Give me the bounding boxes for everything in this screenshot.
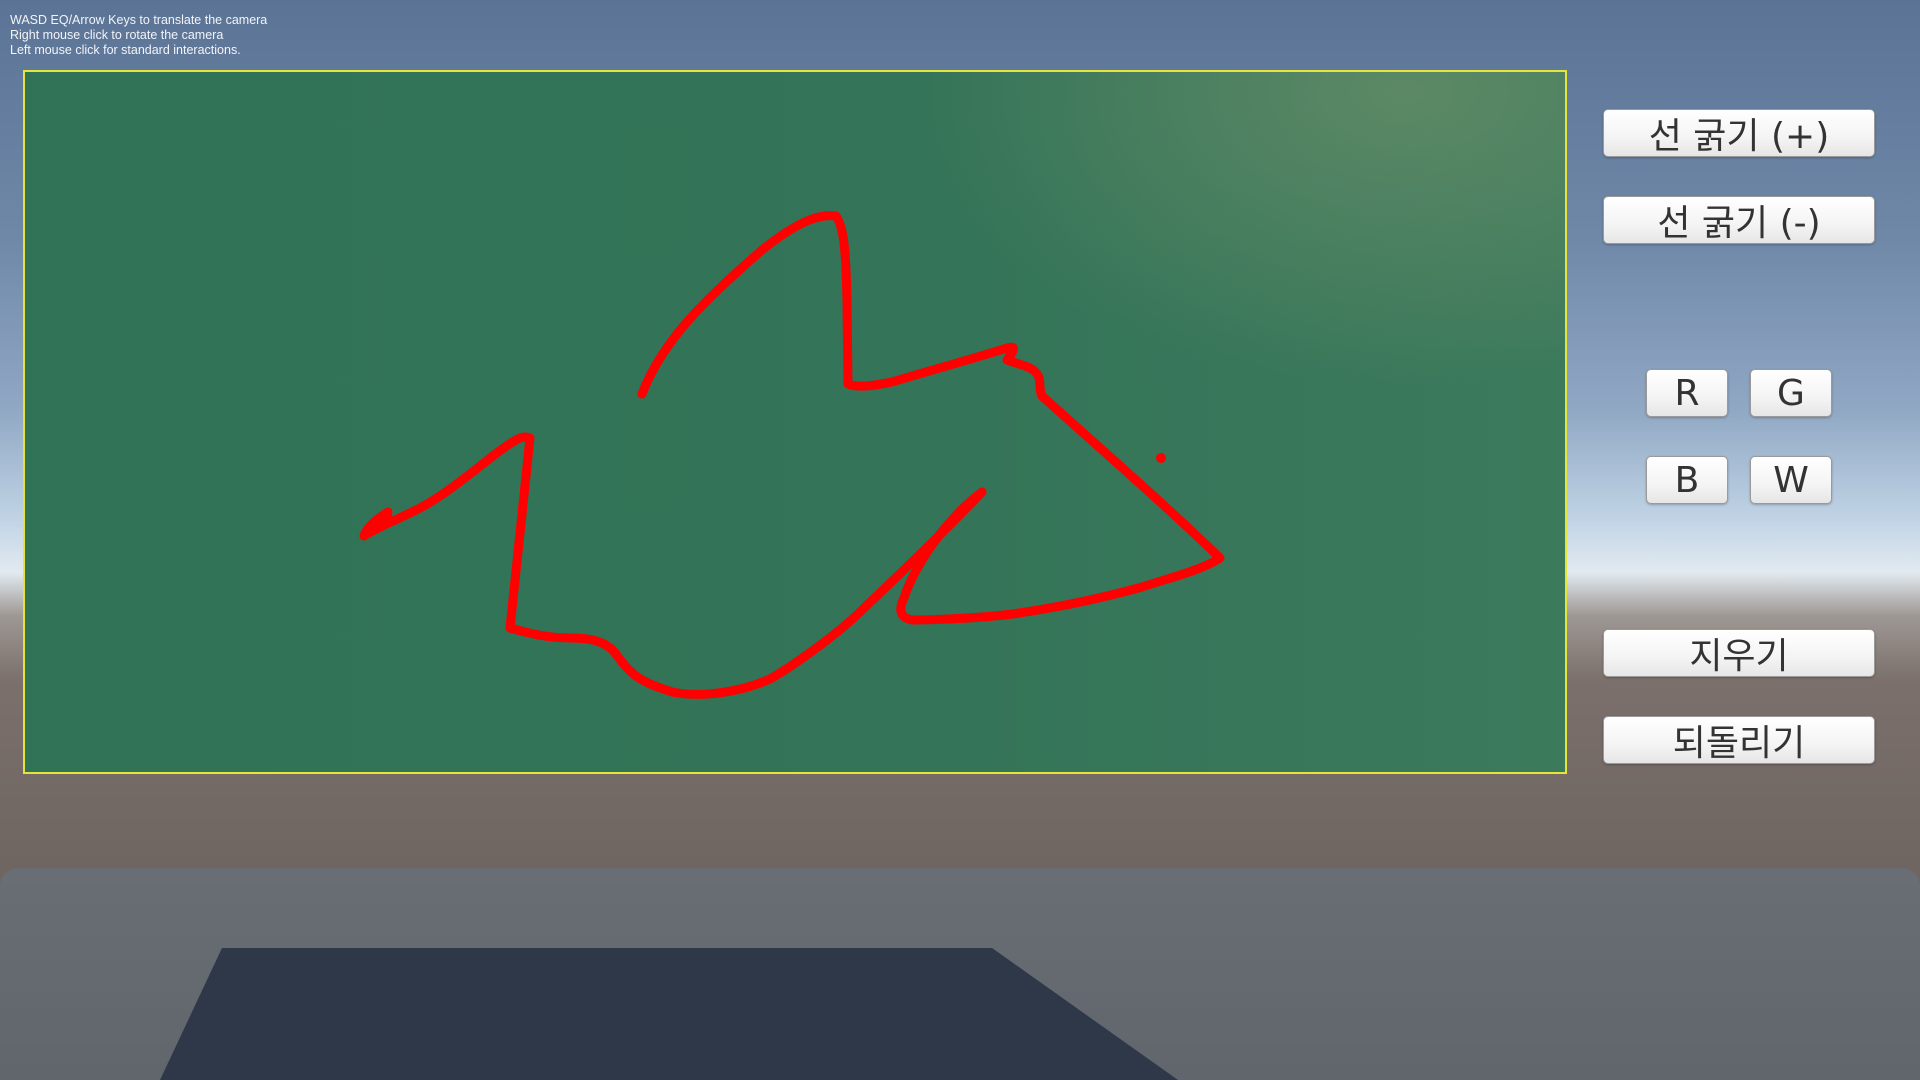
red-dot-stroke xyxy=(1156,453,1166,463)
color-red-button[interactable]: R xyxy=(1646,369,1728,417)
3d-scene-background: WASD EQ/Arrow Keys to translate the came… xyxy=(0,0,1920,1080)
color-green-button[interactable]: G xyxy=(1750,369,1832,417)
drawing-board[interactable] xyxy=(23,70,1567,774)
help-line-rotate: Right mouse click to rotate the camera xyxy=(10,28,224,42)
erase-button[interactable]: 지우기 xyxy=(1603,629,1875,677)
color-blue-button[interactable]: B xyxy=(1646,456,1728,504)
line-thicker-button[interactable]: 선 굵기 (+) xyxy=(1603,109,1875,157)
help-line-translate: WASD EQ/Arrow Keys to translate the came… xyxy=(10,13,268,27)
floor-plane xyxy=(0,868,1920,1080)
color-white-button[interactable]: W xyxy=(1750,456,1832,504)
help-line-interact: Left mouse click for standard interactio… xyxy=(10,43,241,57)
camera-controls-help: WASD EQ/Arrow Keys to translate the came… xyxy=(10,13,267,58)
line-thinner-button[interactable]: 선 굵기 (-) xyxy=(1603,196,1875,244)
red-stroke-main xyxy=(359,211,1225,699)
undo-button[interactable]: 되돌리기 xyxy=(1603,716,1875,764)
drawing-canvas[interactable] xyxy=(25,72,1567,774)
